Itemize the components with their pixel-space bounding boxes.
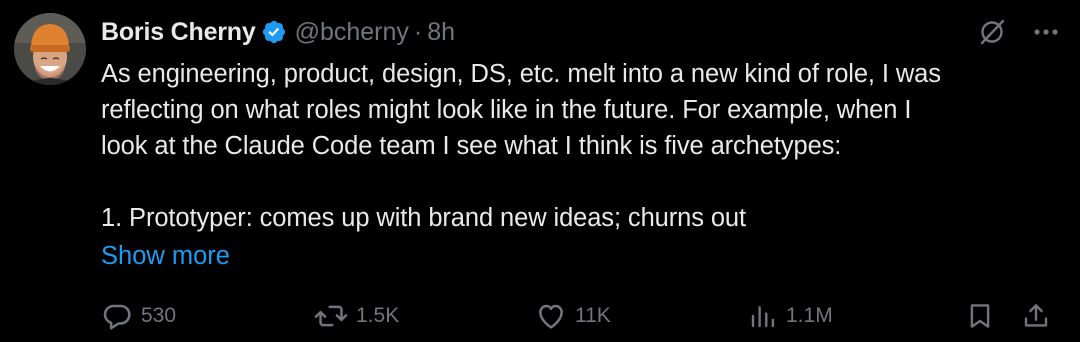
reply-count: 530 (141, 304, 177, 327)
reply-button[interactable]: 530 (101, 296, 176, 336)
action-bar: 530 1.5K 11K 1.1M (101, 296, 1059, 336)
view-count: 1.1M (786, 304, 833, 327)
tweet: Boris Cherny @bcherny · 8h As engineerin… (0, 0, 1080, 342)
post-line: 1. Prototyper: comes up with brand new i… (101, 204, 746, 232)
post-time[interactable]: 8h (427, 18, 455, 47)
header-separator: · (413, 17, 423, 46)
like-button[interactable]: 11K (535, 296, 611, 336)
views-button[interactable]: 1.1M (748, 296, 833, 336)
post-text: As engineering, product, design, DS, etc… (101, 56, 1061, 236)
repost-button[interactable]: 1.5K (314, 296, 399, 336)
post-line: reflecting on what roles might look like… (101, 96, 912, 124)
show-more-link[interactable]: Show more (101, 238, 230, 274)
like-count: 11K (575, 304, 611, 327)
repost-icon (314, 300, 348, 332)
author-handle[interactable]: @bcherny (295, 18, 409, 47)
post-line: look at the Claude Code team I see what … (101, 132, 842, 160)
repost-count: 1.5K (356, 304, 400, 327)
bookmark-button[interactable] (965, 296, 995, 336)
more-icon[interactable] (1032, 18, 1060, 46)
post-line-blank (101, 164, 1061, 200)
avatar[interactable] (14, 13, 86, 85)
share-icon (1021, 300, 1051, 332)
post-line: As engineering, product, design, DS, etc… (101, 60, 941, 88)
views-icon (748, 300, 778, 332)
bookmark-icon (965, 300, 995, 332)
author-display-name[interactable]: Boris Cherny (101, 18, 256, 47)
tweet-header: Boris Cherny @bcherny · 8h (101, 14, 455, 50)
reply-icon (101, 300, 133, 332)
verified-badge-icon[interactable] (261, 19, 287, 45)
top-actions (976, 14, 1060, 50)
grok-icon[interactable] (976, 16, 1008, 48)
heart-icon (535, 300, 567, 332)
share-button[interactable] (1021, 296, 1051, 336)
